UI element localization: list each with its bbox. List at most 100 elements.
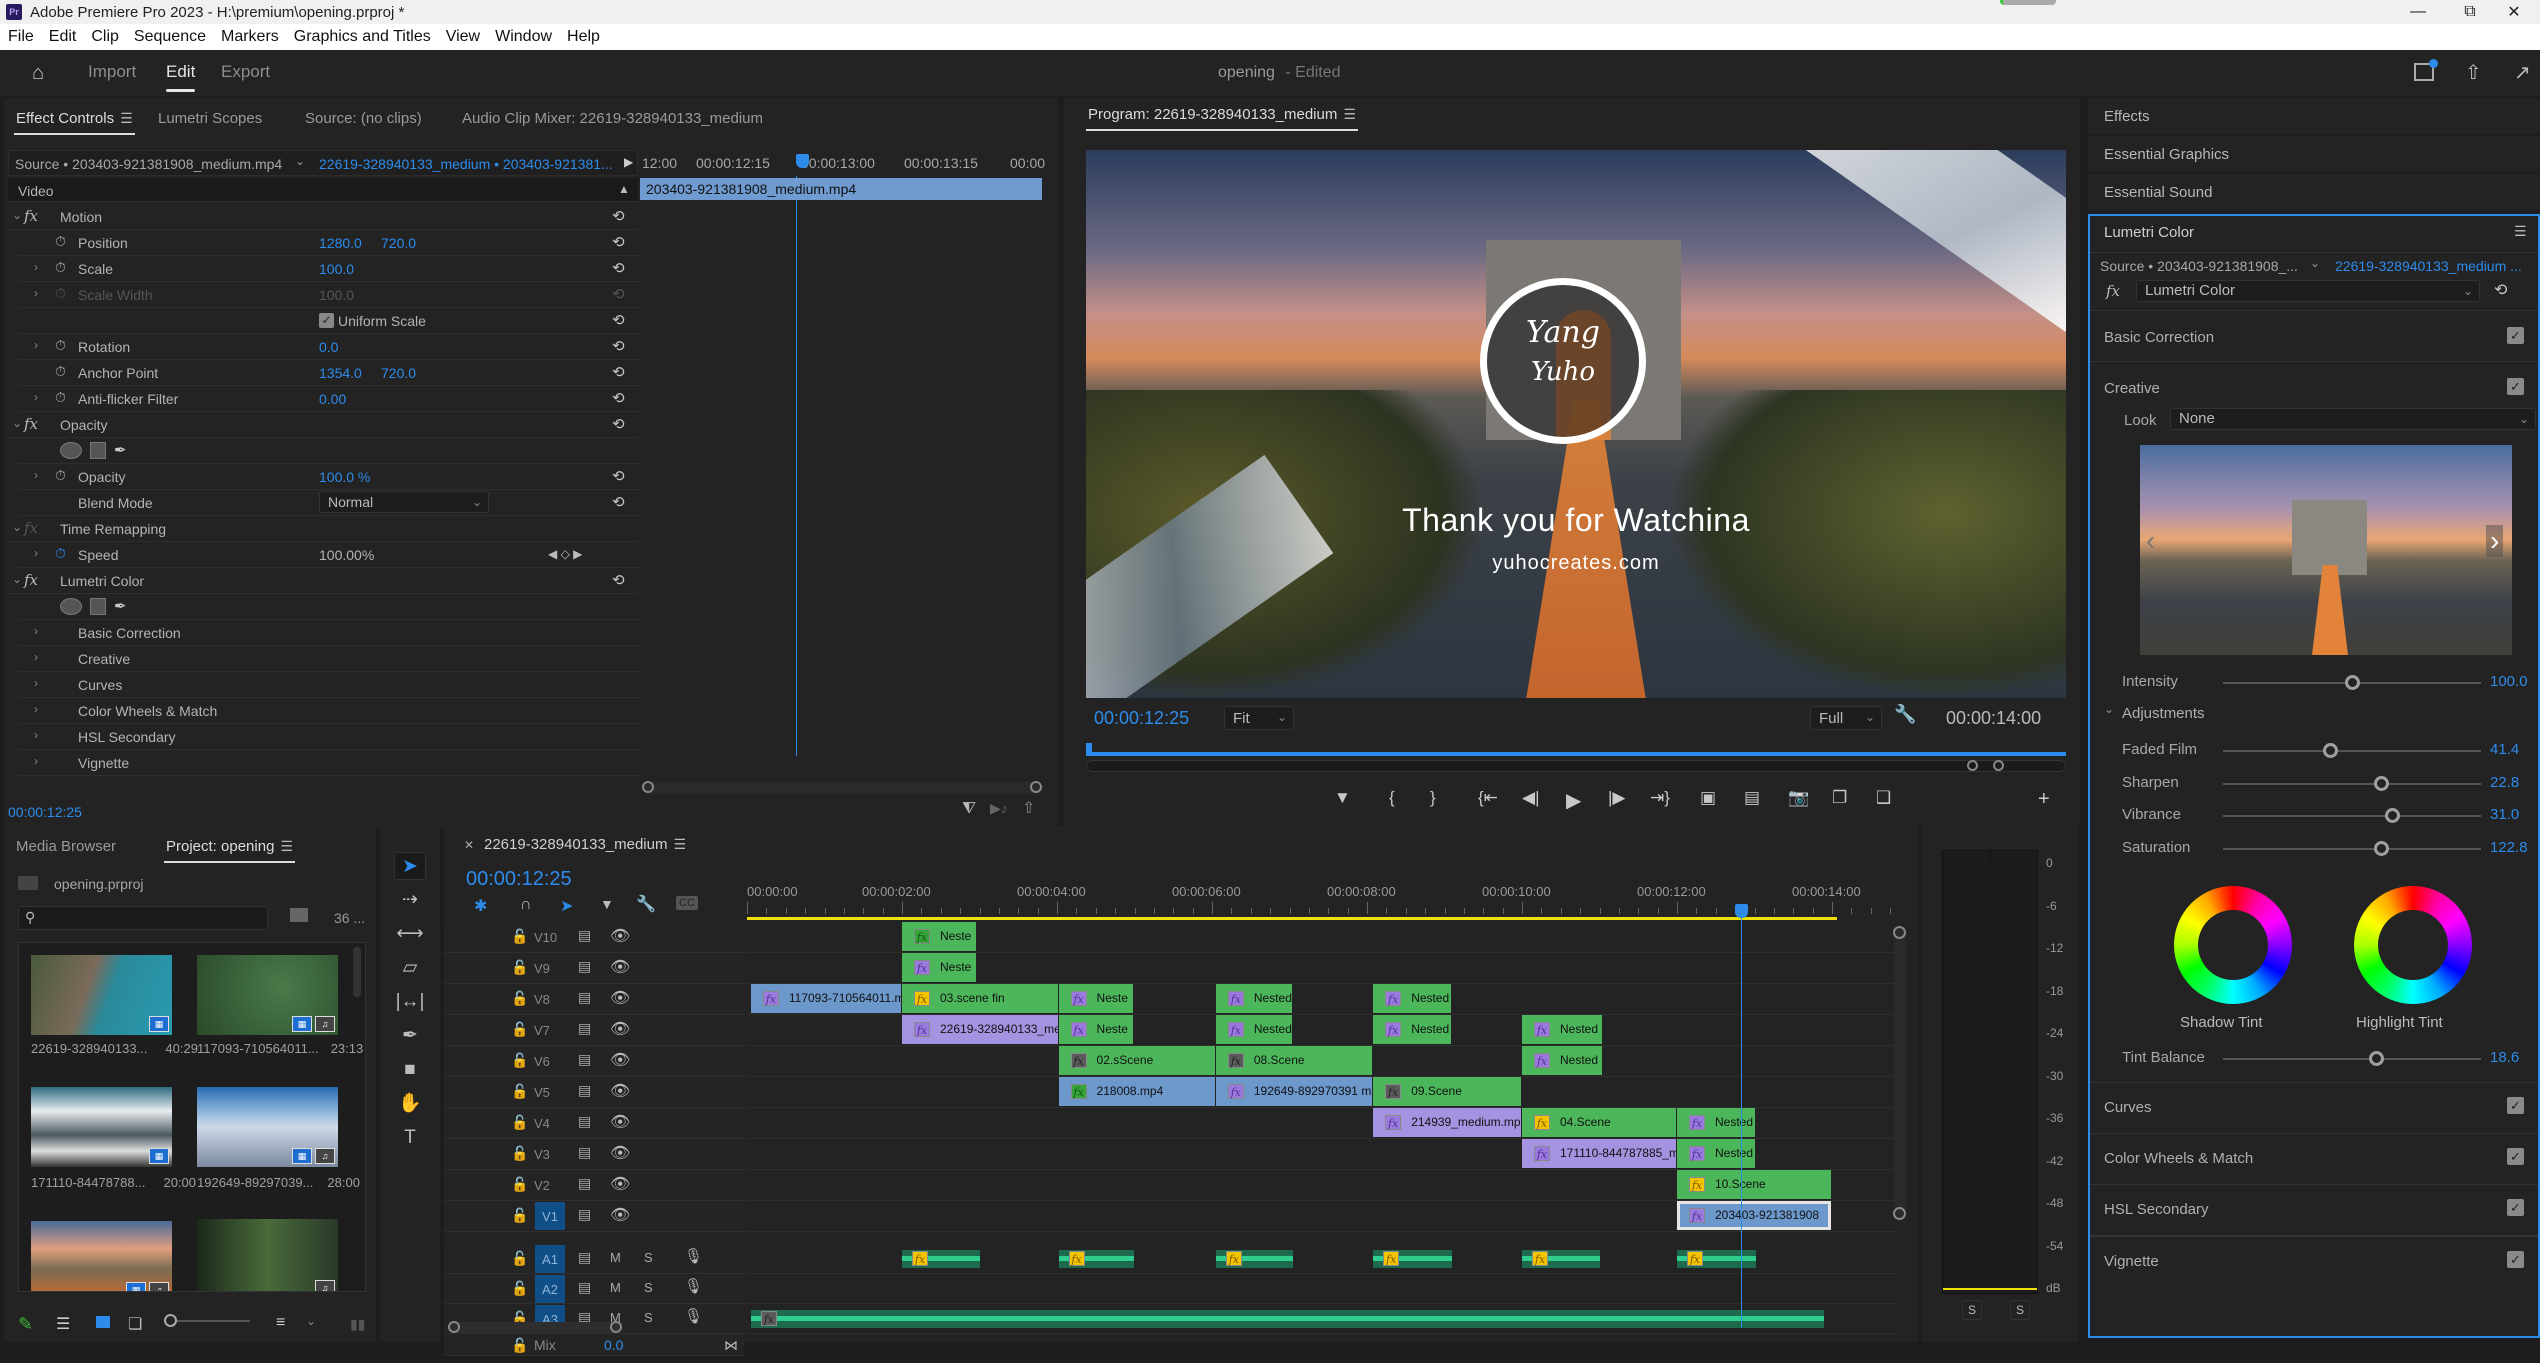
essential-sound-panel-header[interactable]: Essential Sound bbox=[2088, 174, 2540, 210]
slider-knob[interactable] bbox=[164, 1314, 177, 1327]
source-clip-label[interactable]: Source • 203403-921381908_medium.mp4 bbox=[15, 156, 282, 172]
timeline-clip[interactable]: fx Nested bbox=[1373, 984, 1452, 1013]
program-timecode[interactable]: 00:00:12:25 bbox=[1094, 708, 1189, 729]
scroll-handle-right[interactable] bbox=[1993, 760, 2004, 771]
section-curves[interactable]: Curves ✓ bbox=[2090, 1082, 2538, 1133]
timeline-timecode[interactable]: 00:00:12:25 bbox=[466, 868, 572, 891]
fx-badge-icon[interactable]: fx bbox=[762, 991, 779, 1006]
list-view-icon[interactable]: ☰ bbox=[56, 1314, 70, 1334]
slider-track[interactable] bbox=[2223, 848, 2481, 850]
slider-track[interactable] bbox=[2223, 783, 2481, 785]
menu-markers[interactable]: Markers bbox=[221, 28, 279, 46]
timeline-clip[interactable]: fx 03.scene fin bbox=[902, 984, 1058, 1013]
mute-button[interactable]: M bbox=[610, 1280, 621, 1295]
fx-badge-icon[interactable]: fx bbox=[1532, 1251, 1548, 1266]
ec-timeline-ruler[interactable]: 12:00 00:00:12:15 00:00:13:00 00:00:13:1… bbox=[640, 150, 1054, 176]
pen-mask-icon[interactable]: ✒ bbox=[114, 597, 127, 615]
look-select[interactable]: None ⌄ bbox=[2170, 408, 2536, 430]
timeline-clip[interactable]: fx Neste bbox=[902, 953, 977, 982]
track-lane-v10[interactable]: fx Neste bbox=[747, 922, 1897, 953]
chevron-down-icon[interactable]: ⌄ bbox=[12, 208, 22, 222]
sync-lock-icon[interactable]: ▤ bbox=[578, 1051, 591, 1068]
menu-sequence[interactable]: Sequence bbox=[134, 28, 206, 46]
timeline-clip[interactable]: fx Neste bbox=[1058, 1015, 1134, 1044]
close-icon[interactable]: ✕ bbox=[464, 838, 474, 852]
panel-menu-icon[interactable]: ☰ bbox=[280, 838, 293, 854]
eye-icon[interactable]: 👁 bbox=[610, 1205, 630, 1225]
chevron-right-icon[interactable]: › bbox=[34, 260, 38, 274]
eye-icon[interactable]: 👁 bbox=[610, 1081, 630, 1101]
ellipse-mask-icon[interactable] bbox=[60, 441, 82, 459]
tab-lumetri-scopes[interactable]: Lumetri Scopes bbox=[158, 110, 262, 127]
program-video-frame[interactable]: Yang Yuho Thank you for Watchina yuhocre… bbox=[1086, 150, 2066, 698]
track-select-tool[interactable]: ⇢ bbox=[394, 886, 426, 914]
fx-badge-icon[interactable]: fx bbox=[914, 991, 930, 1006]
fx-badge-icon[interactable]: fx bbox=[1227, 991, 1244, 1006]
reset-icon[interactable]: ⟲ bbox=[2494, 280, 2507, 300]
razor-tool[interactable]: ▱ bbox=[394, 954, 426, 982]
timeline-clip[interactable]: fx Nested bbox=[1677, 1108, 1756, 1137]
reset-icon[interactable]: ⟲ bbox=[612, 311, 625, 329]
track-lane-v9[interactable]: fx Neste bbox=[747, 953, 1897, 984]
panel-menu-icon[interactable]: ☰ bbox=[1343, 106, 1356, 122]
project-item-thumbnail[interactable]: ♫ bbox=[197, 1219, 338, 1291]
reset-icon[interactable]: ⟲ bbox=[612, 493, 625, 511]
stopwatch-icon[interactable]: ⏱ bbox=[55, 389, 69, 405]
zoom-level-select[interactable]: Fit ⌄ bbox=[1224, 706, 1294, 730]
video-tracks-scrollbar[interactable] bbox=[1893, 926, 1906, 1220]
scroll-handle-left[interactable] bbox=[1967, 760, 1978, 771]
menu-window[interactable]: Window bbox=[495, 28, 552, 46]
section-basic-correction[interactable]: Basic Correction ✓ bbox=[2090, 310, 2538, 360]
tab-export[interactable]: Export bbox=[221, 62, 270, 82]
microphone-icon[interactable]: 🎙 bbox=[684, 1277, 703, 1295]
vibrance-slider[interactable]: Vibrance 31.0 bbox=[2090, 803, 2538, 829]
speed-value[interactable]: 100.00% bbox=[319, 547, 374, 563]
chevron-right-icon[interactable]: › bbox=[34, 650, 38, 664]
fx-badge-icon[interactable]: fx bbox=[914, 929, 930, 944]
folder-up-icon[interactable] bbox=[18, 876, 38, 890]
project-item-name[interactable]: 171110-84478788... 20:00 bbox=[31, 1175, 196, 1190]
timeline-clip[interactable]: fx Neste bbox=[902, 922, 977, 951]
filter-icon[interactable]: ⧨ bbox=[962, 800, 976, 818]
workspaces-icon[interactable] bbox=[2414, 59, 2438, 81]
sequence-clip-label[interactable]: 22619-328940133_medium • 203403-921381..… bbox=[319, 156, 613, 172]
ec-clip-bar[interactable]: 203403-921381908_medium.mp4 bbox=[640, 178, 1042, 200]
sync-lock-icon[interactable]: ▤ bbox=[578, 1082, 591, 1099]
timeline-zoom-scrollbar[interactable] bbox=[448, 1321, 622, 1334]
chevron-right-icon[interactable]: › bbox=[34, 754, 38, 768]
tab-media-browser[interactable]: Media Browser bbox=[16, 838, 116, 855]
eye-icon[interactable]: 👁 bbox=[610, 1143, 630, 1163]
eye-icon[interactable]: 👁 bbox=[610, 926, 630, 946]
lock-icon[interactable]: 🔓 bbox=[511, 1207, 528, 1224]
chevron-down-icon[interactable]: ⌄ bbox=[12, 520, 22, 534]
eye-icon[interactable]: 👁 bbox=[610, 1050, 630, 1070]
timeline-clip[interactable]: fx Nested bbox=[1522, 1015, 1603, 1044]
reset-icon[interactable]: ⟲ bbox=[612, 363, 625, 381]
chevron-down-icon[interactable]: ⌄ bbox=[295, 154, 305, 168]
sharpen-slider[interactable]: Sharpen 22.8 bbox=[2090, 771, 2538, 797]
go-to-in-button[interactable]: {⇤ bbox=[1478, 788, 1498, 808]
fx-badge-icon[interactable]: fx bbox=[1534, 1022, 1550, 1037]
scroll-handle-bottom[interactable] bbox=[1893, 1207, 1906, 1220]
timeline-clip[interactable]: fx 171110-844787885_m bbox=[1522, 1139, 1676, 1168]
sync-lock-icon[interactable]: ▤ bbox=[578, 1249, 591, 1266]
project-item-thumbnail[interactable]: ▦ bbox=[31, 955, 172, 1035]
slip-tool[interactable]: |↔| bbox=[394, 988, 426, 1016]
chevron-right-icon[interactable]: › bbox=[34, 702, 38, 716]
reset-icon[interactable]: ⟲ bbox=[612, 259, 625, 277]
uniform-scale-checkbox[interactable]: ✓ bbox=[319, 313, 334, 328]
essential-graphics-panel-header[interactable]: Essential Graphics bbox=[2088, 136, 2540, 172]
freeform-view-icon[interactable]: ❏ bbox=[128, 1314, 142, 1334]
sync-lock-icon[interactable]: ▤ bbox=[578, 927, 591, 944]
mark-out-button[interactable]: } bbox=[1430, 788, 1436, 808]
fx-badge-icon[interactable]: fx bbox=[912, 1251, 928, 1266]
timeline-clip[interactable]: fx 08.Scene bbox=[1215, 1046, 1373, 1075]
anchor-y[interactable]: 720.0 bbox=[381, 365, 416, 381]
mix-pan-icon[interactable]: ⋈ bbox=[724, 1337, 738, 1354]
timeline-clip[interactable]: fx 117093-710564011.m bbox=[750, 984, 901, 1013]
ec-playhead-handle[interactable] bbox=[796, 154, 809, 168]
fx-icon[interactable]: fx bbox=[24, 571, 38, 589]
chevron-down-icon[interactable]: ⌄ bbox=[2310, 256, 2320, 270]
fx-badge-icon[interactable]: fx bbox=[1534, 1053, 1550, 1068]
thumbnail-size-slider[interactable] bbox=[164, 1314, 250, 1327]
